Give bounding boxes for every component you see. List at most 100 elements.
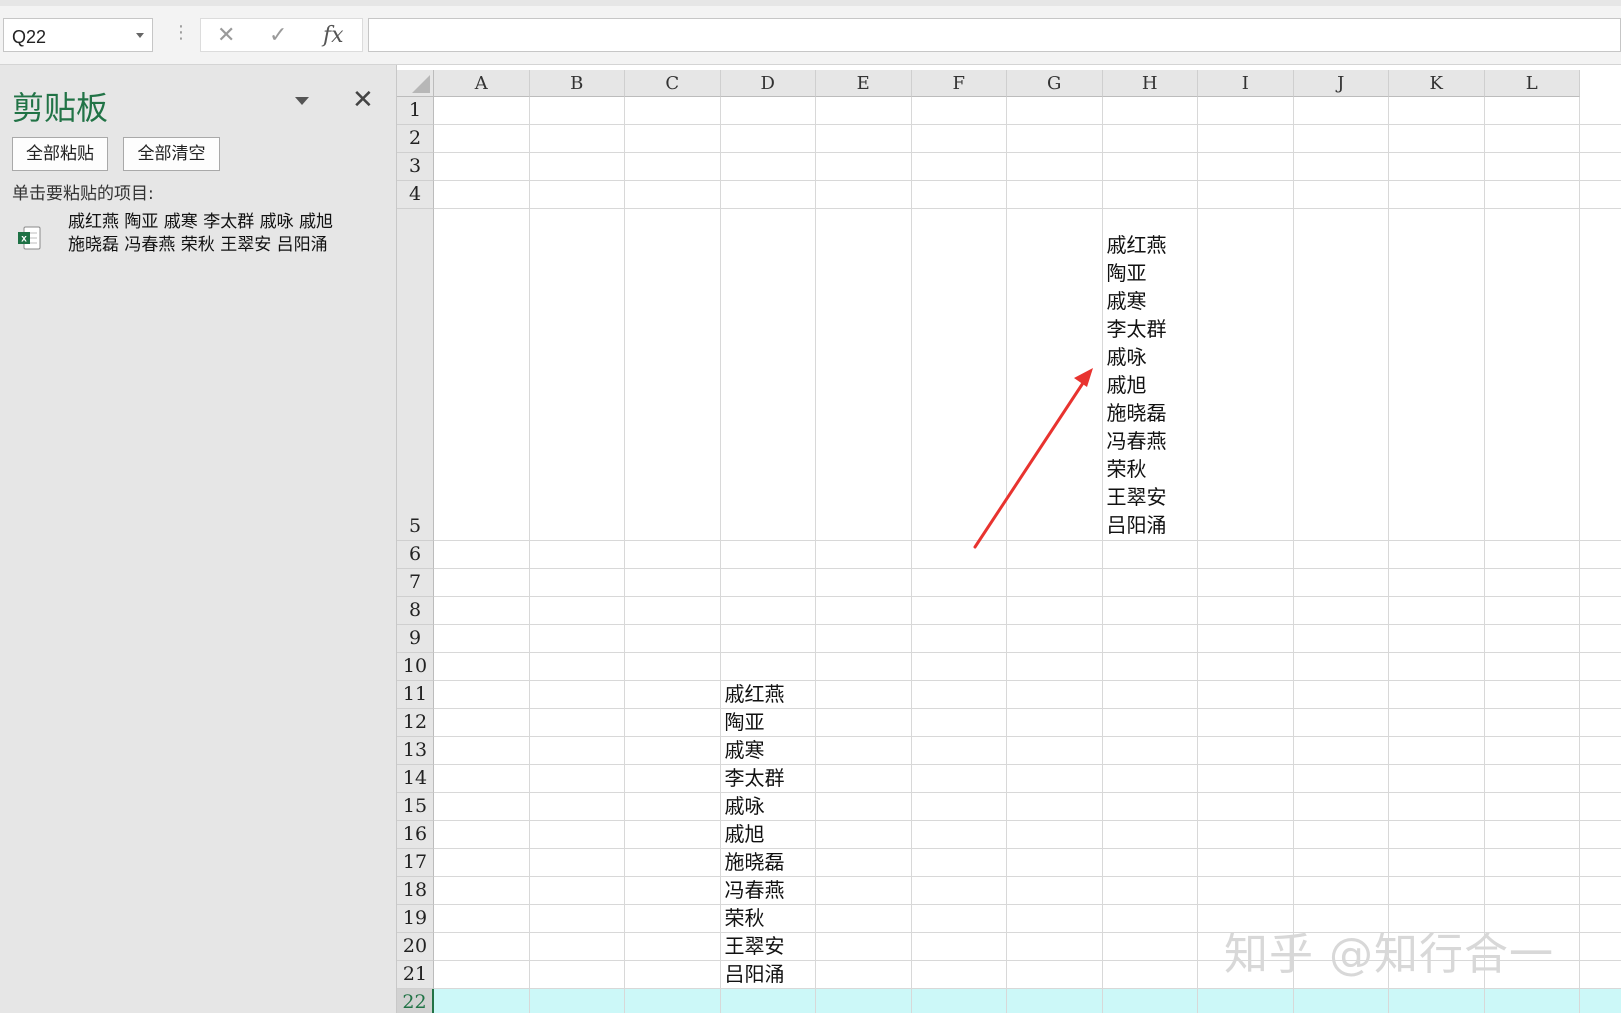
more-icon: ⋮ (172, 22, 190, 43)
row-header-3[interactable]: 3 (397, 153, 434, 181)
watermark: 知乎 @知行合一 (1224, 929, 1554, 980)
row-number: 17 (402, 851, 428, 873)
row-number: 19 (402, 907, 428, 929)
row-header-6[interactable]: 6 (397, 541, 434, 569)
cell-d16[interactable]: 戚旭 (725, 820, 765, 848)
column-gridline (1483, 97, 1485, 1013)
cell-h5[interactable]: 戚红燕 陶亚 戚寒 李太群 戚咏 戚旭 施晓磊 冯春燕 荣秋 王翠安 吕阳涌 (1107, 231, 1167, 539)
row-number: 16 (402, 823, 428, 845)
row-header-8[interactable]: 8 (397, 597, 434, 625)
row-header-2[interactable]: 2 (397, 125, 434, 153)
cell-d13[interactable]: 戚寒 (725, 736, 765, 764)
row-header-15[interactable]: 15 (397, 793, 434, 821)
cell-h5-line: 吕阳涌 (1106, 513, 1167, 537)
row-gridline (434, 736, 1621, 737)
clear-all-button[interactable]: 全部清空 (123, 137, 220, 171)
row-header-10[interactable]: 10 (397, 653, 434, 681)
row-number: 7 (408, 571, 422, 593)
column-gridline (624, 97, 625, 1013)
clipboard-item-text: 戚红燕 陶亚 戚寒 李太群 戚咏 戚旭 施晓磊 冯春燕 荣秋 王翠安 吕阳涌 (68, 212, 334, 255)
row-number: 15 (402, 795, 428, 817)
cell-d21[interactable]: 吕阳涌 (725, 960, 785, 988)
column-header-b[interactable]: B (529, 70, 625, 97)
column-header-i[interactable]: I (1198, 70, 1294, 97)
cell-d14[interactable]: 李太群 (725, 764, 785, 792)
formula-buttons: ✕ ✓ fx (200, 18, 363, 52)
row-header-4[interactable]: 4 (397, 181, 434, 209)
row-gridline (434, 792, 1621, 793)
column-gridline (1101, 97, 1103, 1013)
cell-d17[interactable]: 施晓磊 (725, 848, 785, 876)
chevron-down-icon[interactable] (136, 33, 144, 38)
pane-options-chevron-icon[interactable] (295, 97, 309, 105)
row-header-16[interactable]: 16 (397, 821, 434, 849)
row-gridline (434, 988, 1621, 989)
row-gridline (434, 208, 1621, 209)
row-header-12[interactable]: 12 (397, 709, 434, 737)
column-header-e[interactable]: E (816, 70, 912, 97)
row-number: 12 (402, 711, 428, 733)
column-gridline (815, 97, 816, 1013)
pane-title: 剪贴板 (12, 89, 109, 127)
spreadsheet-grid[interactable]: A B C D E F G H I J K L 1 2 3 4 5 6 7 8 9 10 11 12 13 14 15 16 17 18 1… (397, 70, 1621, 1013)
column-header-k[interactable]: K (1389, 70, 1485, 97)
name-box[interactable]: Q22 (3, 18, 153, 52)
row-header-1[interactable]: 1 (397, 97, 434, 125)
cell-h5-line: 戚旭 (1106, 373, 1147, 397)
cell-h5-line: 戚咏 (1106, 345, 1147, 369)
cell-h5-line: 陶亚 (1106, 261, 1147, 285)
row-gridline (434, 540, 1621, 541)
cell-d12[interactable]: 陶亚 (725, 708, 765, 736)
column-gridline (528, 97, 530, 1013)
column-header-l[interactable]: L (1484, 70, 1580, 97)
column-header-d[interactable]: D (720, 70, 816, 97)
column-header-j[interactable]: J (1293, 70, 1389, 97)
row-header-13[interactable]: 13 (397, 737, 434, 765)
cell-h5-line: 荣秋 (1106, 457, 1147, 481)
row-header-11[interactable]: 11 (397, 681, 434, 709)
close-icon[interactable]: ✕ (352, 85, 374, 115)
row-gridline (434, 764, 1621, 765)
row-gridline (434, 152, 1621, 153)
cell-d11[interactable]: 戚红燕 (725, 680, 785, 708)
row-header-22[interactable]: 22 (397, 989, 434, 1013)
cancel-icon[interactable]: ✕ (217, 23, 235, 48)
column-header-a[interactable]: A (434, 70, 530, 97)
row-header-20[interactable]: 20 (397, 933, 434, 961)
enter-icon[interactable]: ✓ (269, 23, 287, 48)
clipboard-item[interactable]: x 戚红燕 陶亚 戚寒 李太群 戚咏 戚旭 施晓磊 冯春燕 荣秋 王翠安 吕阳涌 (12, 211, 342, 291)
column-header-g[interactable]: G (1007, 70, 1103, 97)
row-number: 22 (402, 991, 427, 1013)
svg-text:x: x (21, 234, 27, 245)
row-header-7[interactable]: 7 (397, 569, 434, 597)
formula-input[interactable] (368, 18, 1621, 52)
column-header-c[interactable]: C (625, 70, 721, 97)
clipboard-prompt: 单击要粘贴的项目: (12, 184, 154, 204)
row-number: 21 (402, 963, 428, 985)
row-number: 14 (402, 767, 428, 789)
cell-d18[interactable]: 冯春燕 (725, 876, 785, 904)
row-header-18[interactable]: 18 (397, 877, 434, 905)
column-header-h[interactable]: H (1102, 70, 1198, 97)
row-header-14[interactable]: 14 (397, 765, 434, 793)
row-header-17[interactable]: 17 (397, 849, 434, 877)
row-header-21[interactable]: 21 (397, 961, 434, 989)
row-header-9[interactable]: 9 (397, 625, 434, 653)
paste-all-button[interactable]: 全部粘贴 (12, 137, 108, 171)
row-number: 4 (408, 183, 422, 205)
cell-d20[interactable]: 王翠安 (725, 932, 785, 960)
column-gridline (1579, 97, 1580, 1013)
cell-h5-line: 施晓磊 (1106, 401, 1167, 425)
select-all-corner[interactable] (397, 70, 434, 97)
cell-h5-line: 李太群 (1106, 317, 1167, 341)
cell-d15[interactable]: 戚咏 (725, 792, 765, 820)
cell-d19[interactable]: 荣秋 (725, 904, 765, 932)
row-gridline (434, 568, 1621, 569)
row-header-5[interactable]: 5 (397, 209, 434, 541)
name-box-value: Q22 (12, 27, 47, 47)
cell-h5-line: 冯春燕 (1106, 429, 1167, 453)
column-header-f[interactable]: F (911, 70, 1007, 97)
row-gridline (434, 708, 1621, 709)
row-header-19[interactable]: 19 (397, 905, 434, 933)
insert-function-icon[interactable]: fx (323, 23, 344, 48)
